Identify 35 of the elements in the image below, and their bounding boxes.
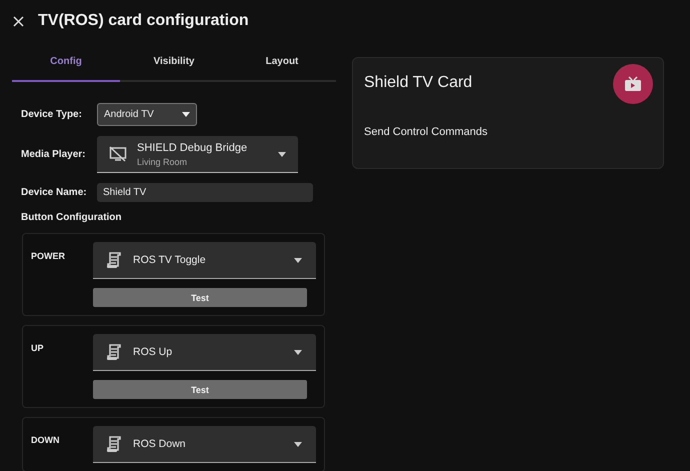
tab[interactable]: Visibility	[120, 42, 228, 82]
script-icon	[107, 252, 121, 268]
dialog-title: TV(ROS) card configuration	[38, 12, 249, 30]
tab[interactable]: Layout	[228, 42, 336, 82]
script-icon	[107, 436, 121, 452]
button-label: DOWN	[31, 434, 60, 447]
card-title: Shield TV Card	[364, 74, 472, 92]
device-type-select[interactable]: Android TV	[97, 103, 197, 126]
script-icon	[107, 344, 121, 360]
test-button[interactable]: Test	[93, 288, 307, 307]
tv-off-icon	[109, 146, 127, 162]
card-subtitle: Send Control Commands	[364, 126, 489, 138]
caret-icon	[294, 258, 302, 262]
close-button[interactable]	[13, 16, 24, 26]
close-icon	[13, 16, 24, 26]
caret-icon	[278, 152, 286, 156]
script-dropdown[interactable]: ROS Up	[93, 334, 316, 371]
caret-icon	[294, 350, 302, 354]
script-dropdown[interactable]: ROS TV Toggle	[93, 242, 316, 279]
entity-name: SHIELD Debug Bridge	[137, 142, 248, 154]
device-name-input[interactable]: Shield TV	[97, 183, 313, 202]
button-label: UP	[31, 342, 45, 355]
media-player-dropdown[interactable]: SHIELD Debug Bridge Living Room	[97, 136, 298, 173]
field-label: Media Player:	[21, 149, 86, 160]
field-label: Device Name:	[21, 187, 88, 198]
caret-icon	[182, 112, 190, 117]
script-dropdown[interactable]: ROS Down	[93, 426, 316, 463]
tv-icon	[613, 64, 653, 104]
tab[interactable]: Config	[12, 42, 120, 82]
entity-area: Living Room	[137, 156, 268, 166]
button-label: POWER	[31, 250, 66, 263]
section-heading: Button Configuration	[21, 212, 123, 223]
test-button[interactable]: Test	[93, 380, 307, 399]
field-label: Device Type:	[21, 109, 83, 120]
caret-icon	[294, 442, 302, 446]
